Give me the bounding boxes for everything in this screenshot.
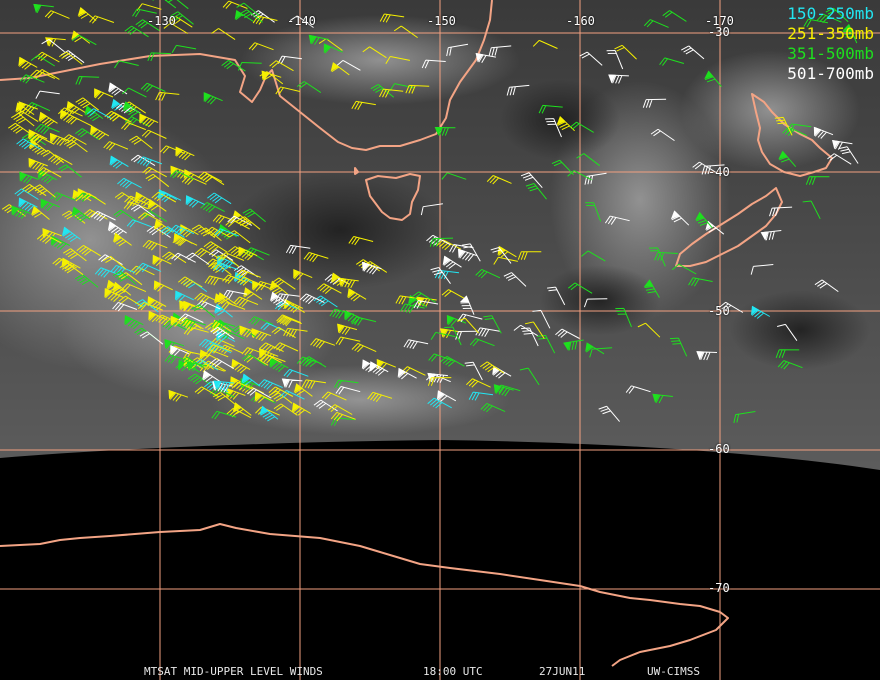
product-name: MTSAT MID-UPPER LEVEL WINDS [144, 665, 323, 678]
latitude-label-40: -40 [708, 165, 730, 179]
product-footer: MTSAT MID-UPPER LEVEL WINDS 18:00 UTC 27… [0, 664, 880, 680]
latitude-label-60: -60 [708, 442, 730, 456]
latitude-label-30: -30 [708, 25, 730, 39]
longitude-label-130: -130 [147, 14, 176, 28]
legend-item-150-250mb: 150-250mb [787, 4, 874, 23]
legend-item-501-700mb: 501-700mb [787, 64, 874, 83]
coastline-antarctica [0, 523, 729, 667]
latitude-label-50: -50 [708, 304, 730, 318]
product-time: 18:00 UTC [423, 665, 483, 678]
latitude-label-70: -70 [708, 581, 730, 595]
pressure-level-legend: 150-250mb 251-350mb 351-500mb 501-700mb [787, 4, 874, 84]
product-date: 27JUN11 [539, 665, 586, 678]
map-canvas [0, 0, 880, 680]
product-source: UW-CIMSS [647, 665, 700, 678]
longitude-label-160: -160 [566, 14, 595, 28]
legend-item-351-500mb: 351-500mb [787, 44, 874, 63]
longitude-label-140: -140 [287, 14, 316, 28]
satellite-wind-map: -130 -140 -150 -160 -170 -30 -40 -50 -60… [0, 0, 880, 680]
longitude-label-150: -150 [427, 14, 456, 28]
legend-item-251-350mb: 251-350mb [787, 24, 874, 43]
